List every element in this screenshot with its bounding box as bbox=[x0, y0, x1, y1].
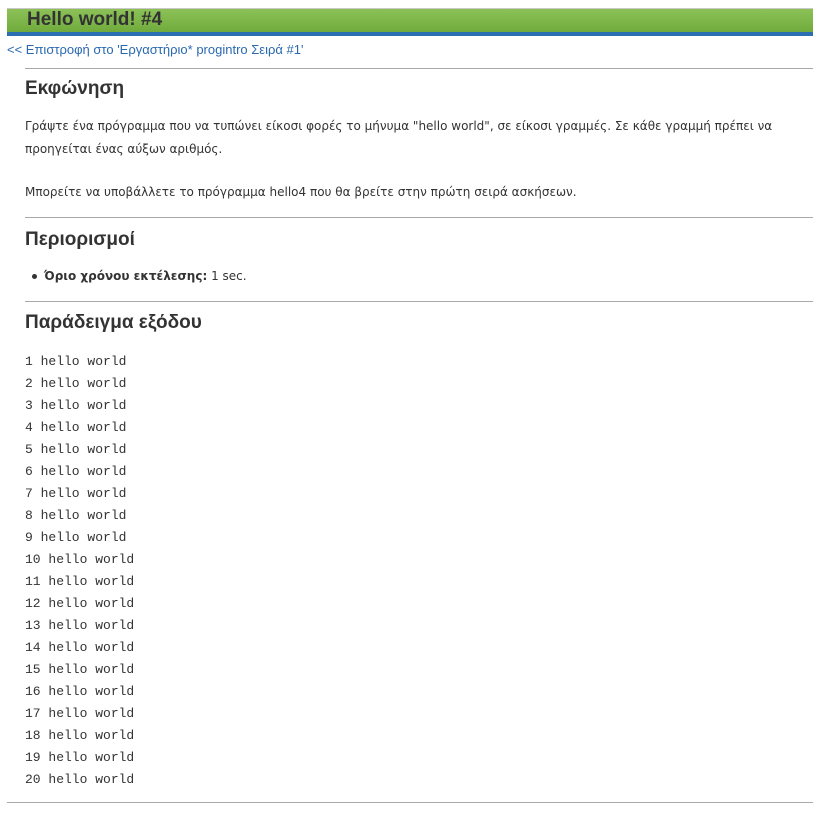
statement-line-3: Μπορείτε να υποβάλλετε το πρόγραμμα hell… bbox=[25, 185, 577, 199]
output-line: 7 hello world bbox=[25, 486, 127, 501]
output-line: 13 hello world bbox=[25, 618, 135, 633]
output-line: 10 hello world bbox=[25, 552, 135, 567]
output-line: 6 hello world bbox=[25, 464, 127, 479]
title-bar: Hello world! #4 bbox=[7, 8, 813, 32]
divider-bottom bbox=[7, 802, 813, 803]
constraints-heading: Περιορισμοί bbox=[25, 229, 135, 250]
output-line: 2 hello world bbox=[25, 376, 127, 391]
output-line: 18 hello world bbox=[25, 728, 135, 743]
output-line: 17 hello world bbox=[25, 706, 135, 721]
sample-output-heading: Παράδειγμα εξόδου bbox=[25, 312, 202, 333]
divider-sample-output bbox=[25, 301, 813, 302]
output-line: 14 hello world bbox=[25, 640, 135, 655]
top-strip bbox=[0, 0, 813, 8]
output-line: 12 hello world bbox=[25, 596, 135, 611]
sample-output-block: 1 hello world 2 hello world 3 hello worl… bbox=[25, 351, 134, 791]
statement-line-1: Γράψτε ένα πρόγραμμα που να τυπώνει είκο… bbox=[25, 119, 773, 133]
output-line: 9 hello world bbox=[25, 530, 127, 545]
output-line: 1 hello world bbox=[25, 354, 127, 369]
output-line: 15 hello world bbox=[25, 662, 135, 677]
output-line: 19 hello world bbox=[25, 750, 135, 765]
constraints-list: Όριο χρόνου εκτέλεσης: 1 sec. bbox=[25, 268, 247, 284]
constraint-value: 1 sec. bbox=[207, 269, 247, 283]
output-line: 20 hello world bbox=[25, 772, 135, 787]
output-line: 11 hello world bbox=[25, 574, 135, 589]
constraint-item-time-limit: Όριο χρόνου εκτέλεσης: 1 sec. bbox=[25, 268, 247, 284]
divider-top bbox=[25, 68, 813, 69]
constraint-label: Όριο χρόνου εκτέλεσης: bbox=[44, 269, 208, 283]
output-line: 4 hello world bbox=[25, 420, 127, 435]
output-line: 5 hello world bbox=[25, 442, 127, 457]
statement-heading: Εκφώνηση bbox=[25, 78, 125, 99]
output-line: 16 hello world bbox=[25, 684, 135, 699]
output-line: 8 hello world bbox=[25, 508, 127, 523]
back-link[interactable]: << Επιστροφή στο 'Εργαστήριο* progintro … bbox=[7, 42, 303, 58]
title-underline bbox=[7, 32, 813, 36]
output-line: 3 hello world bbox=[25, 398, 127, 413]
statement-line-2: προηγείται ένας αύξων αριθμός. bbox=[25, 142, 223, 156]
page-title: Hello world! #4 bbox=[27, 9, 163, 30]
divider-constraints bbox=[25, 217, 813, 218]
